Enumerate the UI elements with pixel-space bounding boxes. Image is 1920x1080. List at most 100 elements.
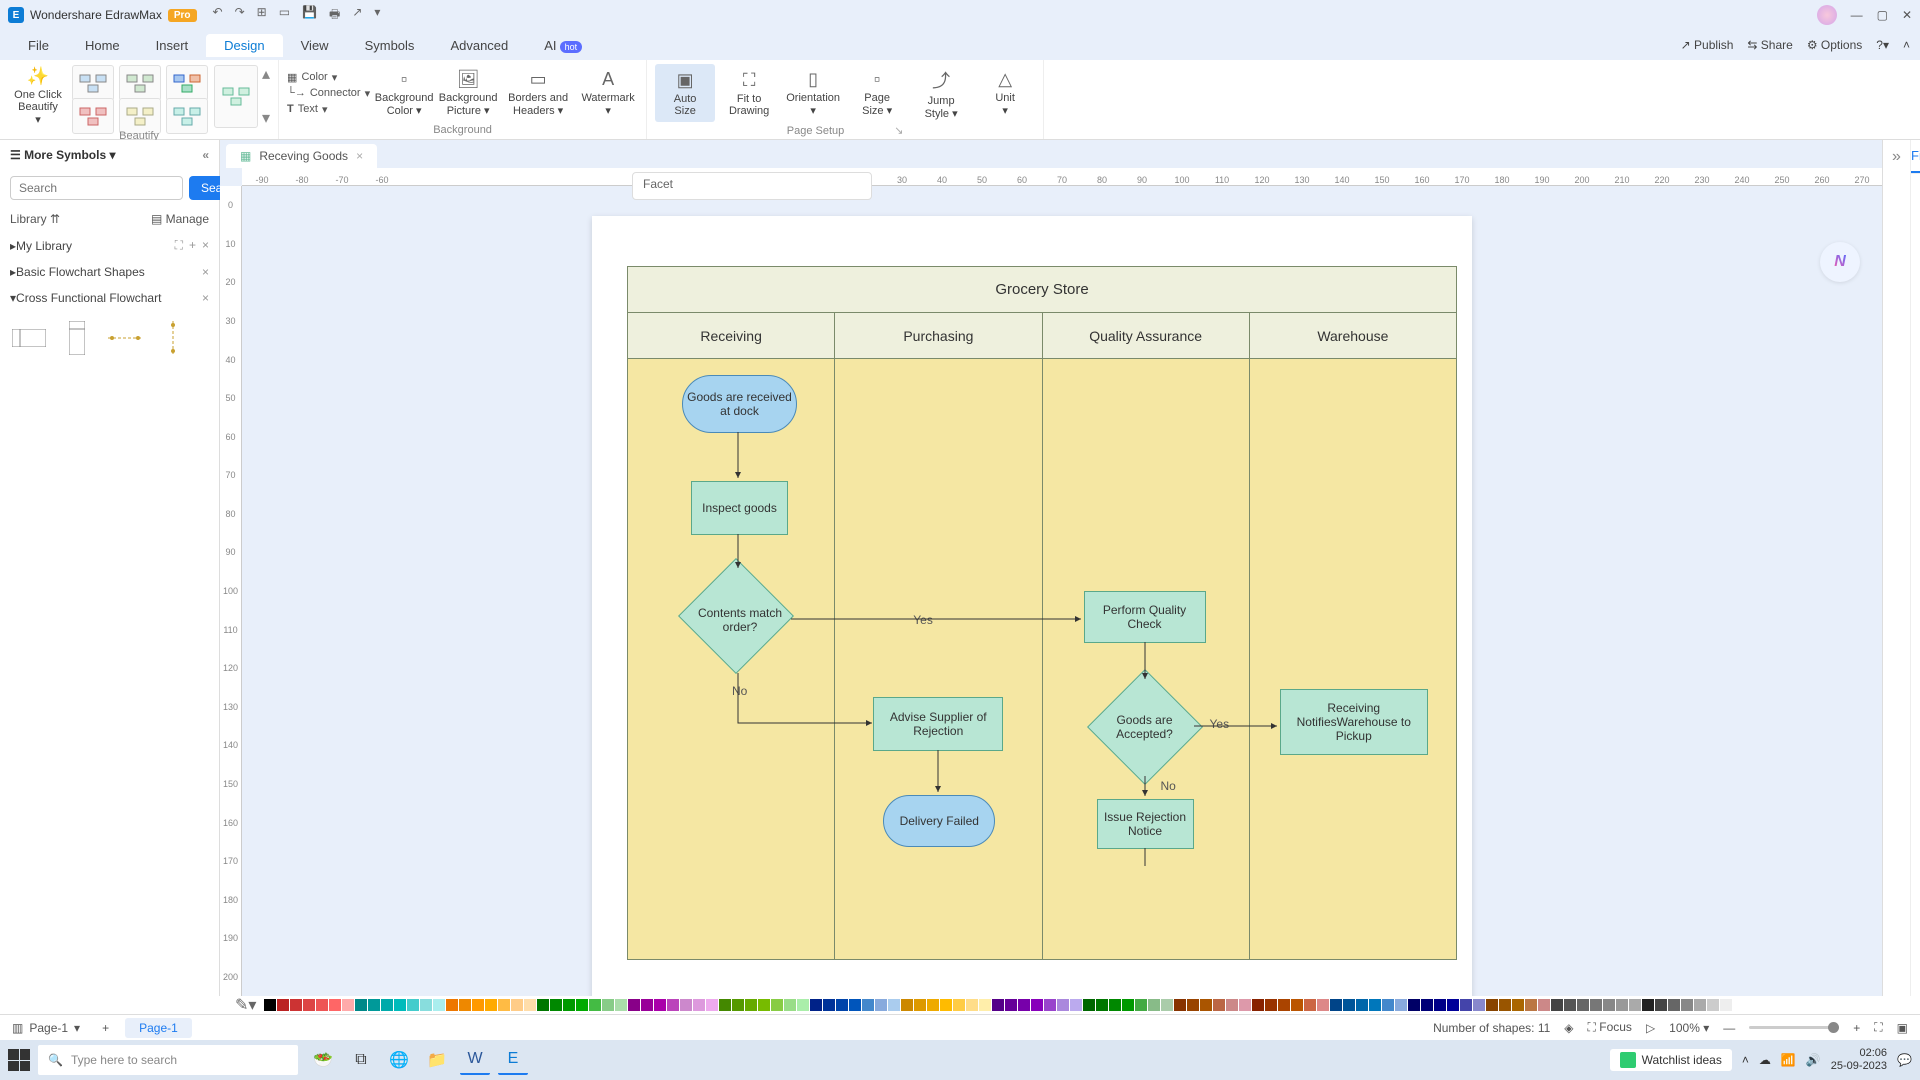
tray-volume-icon[interactable]: 🔊 <box>1806 1053 1821 1067</box>
color-swatch[interactable] <box>1616 999 1628 1011</box>
color-swatch[interactable] <box>1356 999 1368 1011</box>
color-swatch[interactable] <box>1681 999 1693 1011</box>
color-swatch[interactable] <box>706 999 718 1011</box>
color-swatch[interactable] <box>1161 999 1173 1011</box>
theme-preset-2[interactable] <box>119 65 161 101</box>
color-swatch[interactable] <box>1239 999 1251 1011</box>
lib-expand-icon[interactable]: ⛶ <box>175 238 183 253</box>
color-swatch[interactable] <box>264 999 276 1011</box>
tray-wifi-icon[interactable]: 📶 <box>1781 1053 1796 1067</box>
lib-close-icon[interactable]: × <box>202 265 209 279</box>
shape-advise-supplier[interactable]: Advise Supplier of Rejection <box>873 697 1003 751</box>
color-swatch[interactable] <box>719 999 731 1011</box>
taskbar-taskview[interactable]: ⧉ <box>346 1045 376 1075</box>
library-basic-flowchart[interactable]: ▸ Basic Flowchart Shapes× <box>0 259 219 285</box>
canvas[interactable]: N Grocery Store Receiving Purchasing Qua… <box>242 186 1882 996</box>
tray-chevron[interactable]: ˄ <box>1742 1053 1749 1067</box>
color-swatch[interactable] <box>1252 999 1264 1011</box>
menu-file[interactable]: File <box>10 34 67 57</box>
color-swatch[interactable] <box>1096 999 1108 1011</box>
color-swatch[interactable] <box>797 999 809 1011</box>
start-button[interactable] <box>8 1049 30 1071</box>
watermark-button[interactable]: AWatermark▾ <box>578 64 638 122</box>
color-swatch[interactable] <box>1447 999 1459 1011</box>
menu-view[interactable]: View <box>283 34 347 57</box>
close-tab-button[interactable]: × <box>356 149 363 163</box>
color-swatch[interactable] <box>953 999 965 1011</box>
document-tab[interactable]: ▦Receving Goods× <box>226 144 377 168</box>
taskbar-word[interactable]: W <box>460 1045 490 1075</box>
color-swatch[interactable] <box>1135 999 1147 1011</box>
color-swatch[interactable] <box>1551 999 1563 1011</box>
color-swatch[interactable] <box>758 999 770 1011</box>
lib-close-icon[interactable]: × <box>202 238 209 253</box>
page-selector[interactable]: ▥Page-1 ▾ <box>0 1021 92 1035</box>
color-swatch[interactable] <box>576 999 588 1011</box>
color-swatch[interactable] <box>888 999 900 1011</box>
color-swatch[interactable] <box>1187 999 1199 1011</box>
menu-home[interactable]: Home <box>67 34 138 57</box>
color-swatch[interactable] <box>1291 999 1303 1011</box>
color-swatch[interactable] <box>1460 999 1472 1011</box>
zoom-level[interactable]: 100% ▾ <box>1669 1021 1709 1035</box>
page-size-button[interactable]: ▫PageSize ▾ <box>847 64 907 122</box>
color-swatch[interactable] <box>1499 999 1511 1011</box>
shape-vertical-swimlane[interactable] <box>58 319 96 357</box>
presentation-button[interactable]: ▷ <box>1646 1021 1655 1035</box>
color-swatch[interactable] <box>654 999 666 1011</box>
theme-scroll-up[interactable]: ▴ <box>262 64 270 84</box>
jump-style-button[interactable]: ⤴JumpStyle ▾ <box>911 64 971 122</box>
color-swatch[interactable] <box>1083 999 1095 1011</box>
ai-assistant-button[interactable]: N <box>1820 242 1860 282</box>
shape-issue-rejection[interactable]: Issue Rejection Notice <box>1097 799 1194 849</box>
zoom-out-button[interactable]: — <box>1723 1021 1735 1035</box>
shape-inspect-goods[interactable]: Inspect goods <box>691 481 788 535</box>
color-swatch[interactable] <box>1109 999 1121 1011</box>
color-swatch[interactable] <box>1200 999 1212 1011</box>
color-swatch[interactable] <box>1369 999 1381 1011</box>
undo-button[interactable]: ↶ <box>213 5 223 26</box>
color-swatch[interactable] <box>1005 999 1017 1011</box>
color-swatch[interactable] <box>485 999 497 1011</box>
eyedropper-icon[interactable]: ✎▾ <box>235 996 256 1014</box>
color-swatch[interactable] <box>563 999 575 1011</box>
shape-quality-check[interactable]: Perform Quality Check <box>1084 591 1206 643</box>
color-swatch[interactable] <box>1265 999 1277 1011</box>
background-color-button[interactable]: ▫BackgroundColor ▾ <box>374 64 434 122</box>
borders-headers-button[interactable]: ▭Borders andHeaders ▾ <box>502 64 574 122</box>
color-swatch[interactable] <box>381 999 393 1011</box>
print-button[interactable]: 🖶 <box>329 5 340 26</box>
lane-header-purchasing[interactable]: Purchasing <box>835 313 1042 358</box>
one-click-beautify-button[interactable]: ✨ One ClickBeautify▾ <box>8 67 68 125</box>
color-swatch[interactable] <box>459 999 471 1011</box>
color-swatch[interactable] <box>1629 999 1641 1011</box>
color-swatch[interactable] <box>1057 999 1069 1011</box>
zoom-slider[interactable] <box>1749 1026 1839 1029</box>
focus-button[interactable]: ⛶ Focus <box>1588 1020 1632 1035</box>
connector-dropdown[interactable]: └→ Connector ▾ <box>287 87 370 100</box>
color-swatch[interactable] <box>1382 999 1394 1011</box>
page-tab-1[interactable]: Page-1 <box>125 1018 192 1038</box>
theme-preset-4[interactable] <box>72 98 114 134</box>
taskbar-edrawmax[interactable]: E <box>498 1045 528 1075</box>
library-label[interactable]: Library ⇈ <box>10 212 60 226</box>
theme-preset-3[interactable] <box>166 65 208 101</box>
save-button[interactable]: 💾 <box>302 5 317 26</box>
close-button[interactable]: ✕ <box>1902 8 1912 22</box>
color-swatch[interactable] <box>1538 999 1550 1011</box>
color-swatch[interactable] <box>1707 999 1719 1011</box>
color-swatch[interactable] <box>1330 999 1342 1011</box>
color-swatch[interactable] <box>1421 999 1433 1011</box>
library-my-library[interactable]: ▸ My Library⛶+× <box>0 232 219 259</box>
redo-button[interactable]: ↷ <box>235 5 245 26</box>
theme-preset-1[interactable] <box>72 65 114 101</box>
layers-icon[interactable]: ◈ <box>1564 1021 1573 1035</box>
color-swatch[interactable] <box>1278 999 1290 1011</box>
color-swatch[interactable] <box>1486 999 1498 1011</box>
fit-to-drawing-button[interactable]: ⛶Fit toDrawing <box>719 64 779 122</box>
color-swatch[interactable] <box>680 999 692 1011</box>
right-panel-expand[interactable]: » <box>1883 140 1911 996</box>
library-cross-functional[interactable]: ▾ Cross Functional Flowchart× <box>0 285 219 311</box>
color-swatch[interactable] <box>368 999 380 1011</box>
taskbar-food-icon[interactable]: 🥗 <box>308 1045 338 1075</box>
